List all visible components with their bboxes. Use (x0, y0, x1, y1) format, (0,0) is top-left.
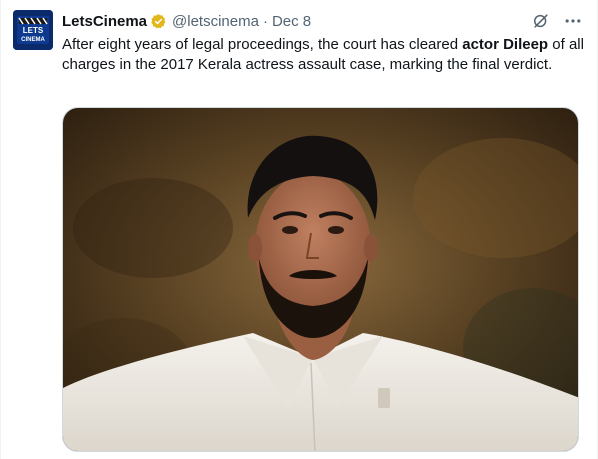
verified-badge-icon[interactable] (150, 13, 167, 30)
tweet-header: LetsCinema @letscinema · Dec 8 (62, 11, 581, 31)
tweet-date[interactable]: Dec 8 (272, 13, 311, 30)
header-separator: · (262, 12, 268, 30)
grok-icon[interactable] (531, 11, 551, 31)
tweet-text-bold: actor Dileep (462, 36, 549, 53)
tweet-card[interactable]: LETS CINEMA LetsCinema @letscinema · Dec… (0, 0, 598, 459)
tweet-media-image[interactable] (62, 107, 579, 452)
more-icon[interactable] (563, 11, 583, 31)
tweet-text-part1: After eight years of legal proceedings, … (62, 36, 463, 53)
avatar[interactable]: LETS CINEMA (13, 10, 53, 50)
tweet-text: After eight years of legal proceedings, … (62, 35, 587, 75)
tweet-actions (531, 11, 583, 31)
author-name[interactable]: LetsCinema (62, 13, 147, 30)
avatar-logo: LETS CINEMA (13, 10, 53, 50)
avatar-text-bottom: CINEMA (21, 37, 45, 43)
author-handle[interactable]: @letscinema (172, 13, 259, 30)
avatar-text-top: LETS (23, 26, 44, 35)
